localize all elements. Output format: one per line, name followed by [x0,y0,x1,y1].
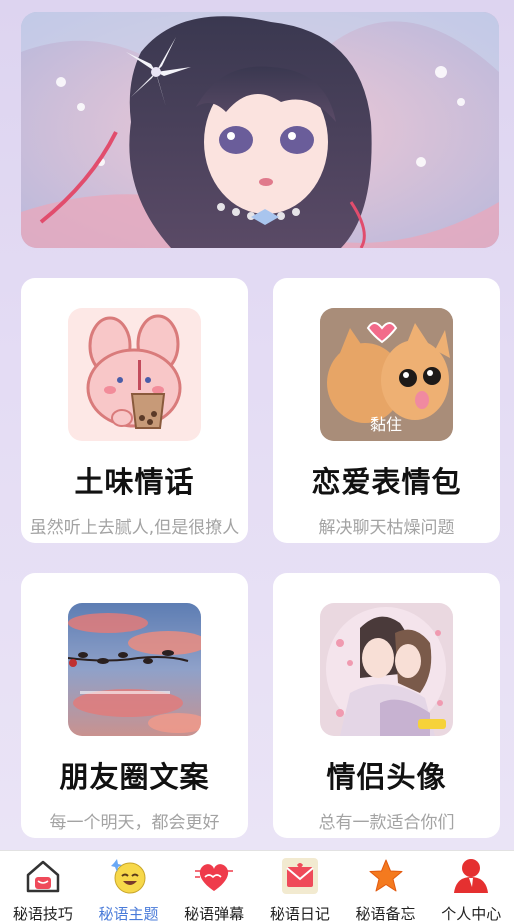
nav-item-themes[interactable]: 秘语主题 [86,851,172,922]
card-title: 恋爱表情包 [311,465,462,499]
couple-avatar-image [320,603,453,736]
card-qinglv-touxiang[interactable]: 情侣头像 总有一款适合你们 [273,573,500,838]
nav-label: 秘语弹幕 [184,905,245,922]
kitten-sticker-image: 黏住 [320,308,453,441]
star-icon [367,857,405,895]
card-pengyouquan-wenan[interactable]: 朋友圈文案 每一个明天，都会更好 [21,573,248,838]
nav-label: 秘语日记 [269,905,330,922]
card-subtitle: 每一个明天，都会更好 [49,813,220,833]
banner-image[interactable] [21,12,499,248]
heart-icon [195,857,234,895]
card-lianai-biaoqingbao[interactable]: 黏住 恋爱表情包 解决聊天枯燥问题 [273,278,500,543]
card-tuwei-qinghua[interactable]: 土味情话 虽然听上去腻人,但是很撩人 [21,278,248,543]
nav-item-tips[interactable]: 秘语技巧 [0,851,86,922]
sunset-sky-image [68,603,201,736]
card-title: 土味情话 [74,465,195,499]
card-subtitle: 总有一款适合你们 [318,813,455,833]
card-subtitle: 虽然听上去腻人,但是很撩人 [29,518,240,538]
sticker-overlay-text: 黏住 [370,415,402,434]
card-subtitle: 解决聊天枯燥问题 [318,518,455,538]
nav-label: 个人中心 [441,905,502,922]
nav-item-danmu[interactable]: 秘语弹幕 [171,851,257,922]
card-title: 朋友圈文案 [59,760,210,794]
nav-label: 秘语主题 [98,905,159,922]
nav-label: 秘语备忘 [355,905,416,922]
smiley-face-icon [110,857,148,895]
house-icon [24,857,62,895]
nav-label: 秘语技巧 [12,905,73,922]
bottom-nav: 秘语技巧 秘语主题 秘语弹幕 秘语日记 秘语备忘 个人中心 [0,850,514,922]
bunny-milktea-icon [68,308,201,441]
nav-item-profile[interactable]: 个人中心 [428,851,514,922]
person-icon [452,857,490,895]
nav-item-diary[interactable]: 秘语日记 [257,851,343,922]
card-title: 情侣头像 [326,760,447,794]
envelope-icon [281,857,319,895]
nav-item-memo[interactable]: 秘语备忘 [343,851,429,922]
